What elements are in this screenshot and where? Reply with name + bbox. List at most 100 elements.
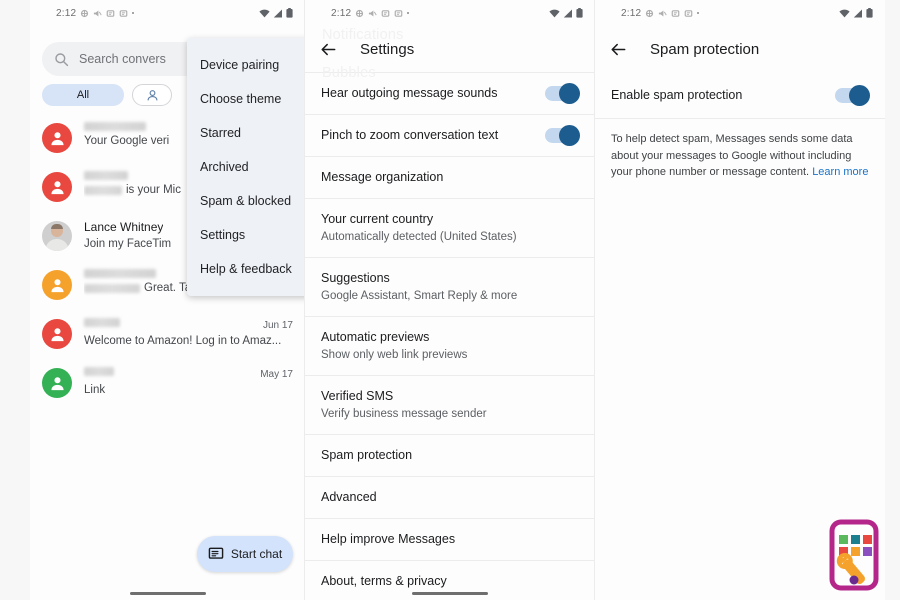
settings-row[interactable]: Help improve Messages [305,518,595,560]
spam-description: To help detect spam, Messages sends some… [595,118,885,181]
filter-chip-row: All [42,84,172,106]
toggle-knob [559,125,580,146]
status-bar: 2:12 [305,0,595,26]
chip-contacts[interactable] [132,84,172,106]
app-notification-icon [646,9,654,17]
settings-app-bar: Settings [305,26,595,72]
status-bar-right [839,8,873,18]
message-icon [208,547,224,559]
back-arrow-icon[interactable] [319,40,338,59]
start-chat-button[interactable]: Start chat [197,536,293,572]
chip-all[interactable]: All [42,84,124,106]
settings-row[interactable]: Spam protection [305,434,595,476]
redacted-sender [84,186,122,195]
settings-row-text: Message organization [321,169,579,186]
settings-row[interactable]: Verified SMS Verify business message send… [305,375,595,434]
panel-divider [594,0,595,600]
settings-row-text: Verified SMS Verify business message send… [321,388,579,422]
menu-item-spam-and-blocked[interactable]: Spam & blocked [187,184,305,218]
enable-spam-protection-toggle[interactable] [835,84,870,106]
status-bar-left: 2:12 [331,7,410,19]
dot-icon [697,12,700,14]
settings-row-toggle[interactable] [545,125,580,146]
settings-row-text: Suggestions Google Assistant, Smart Reply… [321,270,579,304]
status-bar: 2:12 [30,0,305,26]
menu-item-starred[interactable]: Starred [187,116,305,150]
settings-row[interactable]: Advanced [305,476,595,518]
settings-row-text: Advanced [321,489,579,506]
screenshot-stage: 2:12 Search convers All Your Google veri… [0,0,900,600]
back-arrow-icon[interactable] [609,40,628,59]
settings-row-text: Your current country Automatically detect… [321,211,579,245]
search-placeholder: Search convers [79,52,166,66]
settings-row[interactable]: Message organization [305,156,595,198]
conversation-text: May 17 Link [84,366,293,398]
settings-row-toggle[interactable] [545,83,580,104]
app-notification-icon [381,9,390,17]
status-bar-left: 2:12 [56,8,135,19]
settings-row-title: Automatic previews [321,330,430,344]
conversation-date: May 17 [260,369,293,380]
settings-row-title: Spam protection [321,448,413,462]
settings-row-text: Pinch to zoom conversation text [321,127,535,144]
settings-panel: 2:12 Notifications Bubbles Settings Hear… [305,0,595,600]
settings-row-title: Your current country [321,212,434,226]
settings-row-subtitle: Verify business message sender [321,408,487,420]
home-indicator[interactable] [129,592,206,595]
menu-item-settings[interactable]: Settings [187,218,305,252]
conversation-preview-text: Link [84,384,106,396]
conversation-date: Jun 17 [262,320,293,331]
app-notification-icon [684,9,693,17]
settings-row-text: Hear outgoing message sounds [321,85,535,102]
app-notification-icon [394,9,403,17]
app-notification-icon [356,9,364,17]
enable-spam-protection-label: Enable spam protection [611,87,743,102]
settings-row[interactable]: Suggestions Google Assistant, Smart Reply… [305,257,595,316]
avatar [42,319,72,349]
phone-repair-logo [829,519,879,591]
settings-row-text: About, terms & privacy [321,573,579,590]
signal-icon [563,9,572,17]
status-bar-time: 2:12 [331,7,352,19]
menu-item-choose-theme[interactable]: Choose theme [187,82,305,116]
settings-row-text: Automatic previews Show only web link pre… [321,329,579,363]
conversation-preview-text: is your Mic [126,184,181,196]
home-indicator[interactable] [412,592,488,595]
menu-item-archived[interactable]: Archived [187,150,305,184]
spam-protection-panel: 2:12 Spam protection Enable spam protect… [595,0,885,600]
person-icon [147,89,157,100]
toggle-knob [849,84,870,106]
page-title: Spam protection [650,40,760,58]
conversation-preview: Welcome to Amazon! Log in to Amaz... [84,334,293,349]
settings-row-title: Help improve Messages [321,532,456,546]
settings-row[interactable]: Automatic previews Show only web link pre… [305,316,595,375]
conversation-head: May 17 [84,367,293,380]
menu-item-device-pairing[interactable]: Device pairing [187,48,305,82]
settings-row-title: Advanced [321,490,377,504]
enable-spam-protection-row[interactable]: Enable spam protection [595,72,885,118]
wifi-icon [549,9,560,17]
conversation-row[interactable]: Jun 17 Welcome to Amazon! Log in to Amaz.… [30,308,305,357]
conversations-panel: 2:12 Search convers All Your Google veri… [30,0,305,600]
status-bar: 2:12 [595,0,885,26]
app-notification-icon [671,9,680,17]
settings-row-title: Suggestions [321,271,390,285]
battery-icon [286,8,293,18]
conversation-row[interactable]: May 17 Link [30,357,305,406]
settings-row-title: About, terms & privacy [321,574,447,588]
settings-row[interactable]: Your current country Automatically detect… [305,198,595,257]
settings-row[interactable]: Pinch to zoom conversation text [305,114,595,156]
wifi-icon [259,9,270,17]
panel-divider [304,0,305,600]
settings-row-title: Pinch to zoom conversation text [321,128,499,142]
settings-row-subtitle: Show only web link previews [321,349,468,361]
menu-item-help-and-feedback[interactable]: Help & feedback [187,252,305,286]
overflow-menu[interactable]: Device pairing Choose theme Starred Arch… [187,38,305,296]
conversation-name: Lance Whitney [84,220,164,234]
learn-more-link[interactable]: Learn more [812,166,868,178]
settings-row-subtitle: Automatically detected (United States) [321,231,517,243]
conversation-preview-text: Join my FaceTim [84,238,172,250]
conversation-name [84,367,114,376]
settings-row-title: Hear outgoing message sounds [321,86,498,100]
settings-list[interactable]: Hear outgoing message sounds Pinch to zoo… [305,72,595,600]
